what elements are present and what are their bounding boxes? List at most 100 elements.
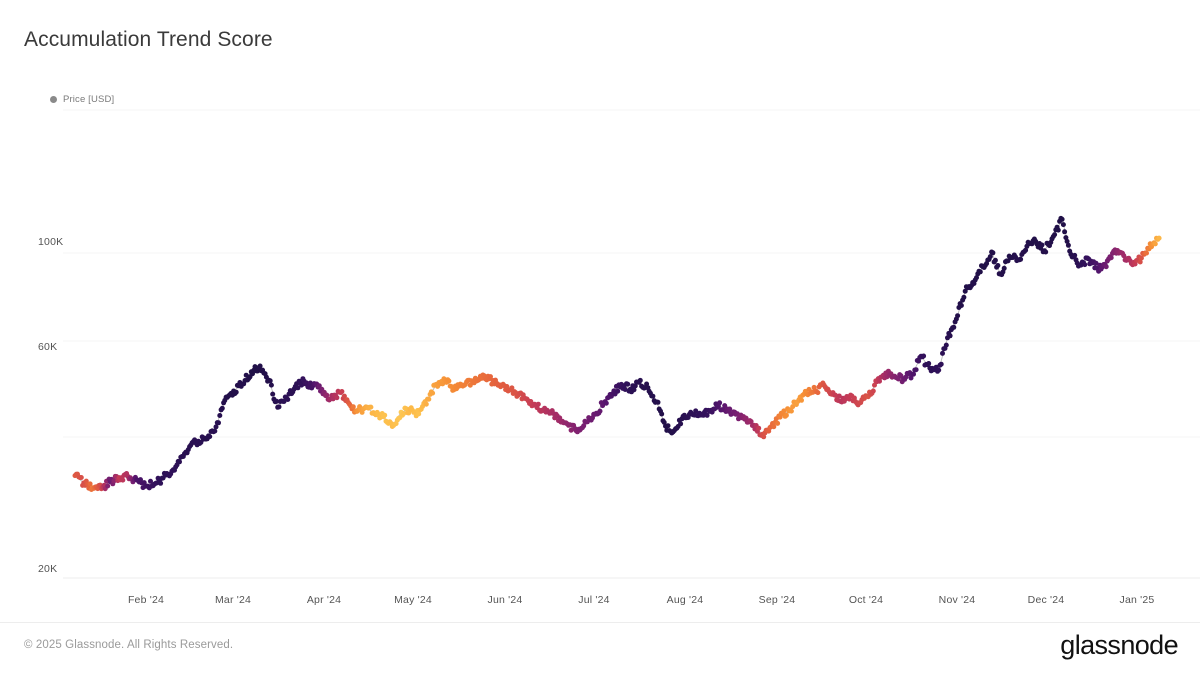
data-point bbox=[362, 405, 368, 411]
data-point bbox=[1050, 234, 1056, 239]
data-point bbox=[694, 413, 700, 418]
data-point bbox=[116, 475, 122, 481]
data-point bbox=[447, 383, 453, 389]
data-point bbox=[948, 327, 954, 333]
data-point bbox=[642, 385, 648, 391]
data-point bbox=[328, 396, 334, 402]
data-point bbox=[848, 392, 854, 398]
data-point bbox=[790, 404, 796, 410]
data-point bbox=[505, 388, 511, 394]
data-point bbox=[310, 383, 316, 389]
data-point bbox=[995, 263, 1001, 268]
data-point bbox=[846, 396, 852, 402]
data-point bbox=[189, 440, 195, 446]
data-point bbox=[383, 418, 389, 424]
data-point bbox=[199, 434, 205, 440]
data-point bbox=[763, 427, 769, 433]
data-point bbox=[442, 377, 448, 383]
data-point bbox=[895, 376, 901, 382]
data-point bbox=[1028, 240, 1034, 246]
data-point bbox=[859, 397, 865, 403]
data-point bbox=[864, 393, 870, 399]
data-point bbox=[493, 377, 498, 383]
data-point bbox=[799, 397, 804, 403]
data-point bbox=[1150, 241, 1156, 247]
data-point bbox=[1145, 245, 1151, 251]
data-point bbox=[408, 405, 414, 411]
data-point bbox=[292, 384, 298, 389]
data-point bbox=[981, 265, 987, 270]
data-point bbox=[207, 434, 213, 440]
data-point bbox=[125, 473, 131, 479]
data-point bbox=[85, 481, 91, 487]
data-point bbox=[1084, 255, 1090, 261]
x-axis-tick-label: Nov '24 bbox=[938, 594, 976, 606]
data-point bbox=[874, 379, 880, 385]
data-point bbox=[285, 397, 291, 402]
data-point bbox=[203, 436, 209, 442]
data-point bbox=[578, 426, 584, 431]
data-point bbox=[529, 403, 535, 409]
data-point bbox=[986, 256, 992, 262]
data-point bbox=[741, 414, 747, 420]
data-point bbox=[359, 409, 365, 415]
data-point bbox=[393, 421, 399, 427]
data-point bbox=[1063, 235, 1069, 241]
data-point bbox=[883, 370, 889, 376]
data-point bbox=[597, 408, 603, 414]
data-point bbox=[365, 405, 371, 411]
data-point bbox=[680, 413, 686, 419]
data-point bbox=[793, 402, 799, 407]
data-point bbox=[432, 382, 438, 388]
data-point bbox=[574, 429, 580, 435]
data-point bbox=[175, 458, 181, 464]
data-point bbox=[718, 407, 724, 413]
data-point bbox=[766, 428, 772, 434]
data-point bbox=[845, 394, 851, 400]
data-point bbox=[347, 401, 352, 407]
data-point bbox=[226, 393, 232, 399]
data-point bbox=[1140, 250, 1146, 256]
data-point bbox=[435, 383, 441, 389]
data-point bbox=[98, 486, 104, 492]
data-point bbox=[78, 475, 84, 480]
data-point bbox=[93, 484, 99, 490]
data-point bbox=[309, 385, 315, 391]
data-point bbox=[576, 426, 582, 432]
data-point bbox=[639, 383, 645, 389]
data-point bbox=[364, 404, 370, 410]
data-point bbox=[501, 383, 507, 389]
data-point bbox=[724, 406, 730, 412]
data-point bbox=[977, 269, 983, 275]
x-axis-tick-label: Aug '24 bbox=[666, 594, 704, 606]
data-point bbox=[409, 407, 415, 413]
data-point bbox=[587, 416, 593, 422]
data-point bbox=[540, 408, 546, 413]
data-point bbox=[854, 400, 860, 406]
data-point bbox=[335, 388, 341, 394]
data-point bbox=[943, 342, 949, 348]
data-point bbox=[382, 412, 388, 418]
data-point bbox=[120, 477, 126, 483]
data-point bbox=[150, 483, 156, 489]
data-point bbox=[343, 398, 349, 404]
data-point bbox=[704, 412, 710, 418]
data-point bbox=[1130, 262, 1136, 268]
data-point bbox=[1038, 245, 1044, 251]
page-title: Accumulation Trend Score bbox=[24, 28, 273, 51]
data-point bbox=[1092, 265, 1098, 271]
data-point bbox=[291, 386, 297, 392]
data-point bbox=[164, 471, 170, 476]
data-point bbox=[870, 388, 876, 394]
data-point bbox=[510, 391, 516, 396]
data-point bbox=[110, 481, 116, 487]
data-point bbox=[553, 411, 559, 417]
data-point bbox=[446, 378, 452, 384]
data-point bbox=[1062, 229, 1068, 235]
data-point bbox=[355, 407, 361, 413]
data-point bbox=[527, 401, 532, 406]
data-point bbox=[622, 387, 628, 392]
data-point bbox=[185, 447, 191, 453]
data-point bbox=[791, 399, 797, 405]
data-point bbox=[160, 475, 166, 481]
